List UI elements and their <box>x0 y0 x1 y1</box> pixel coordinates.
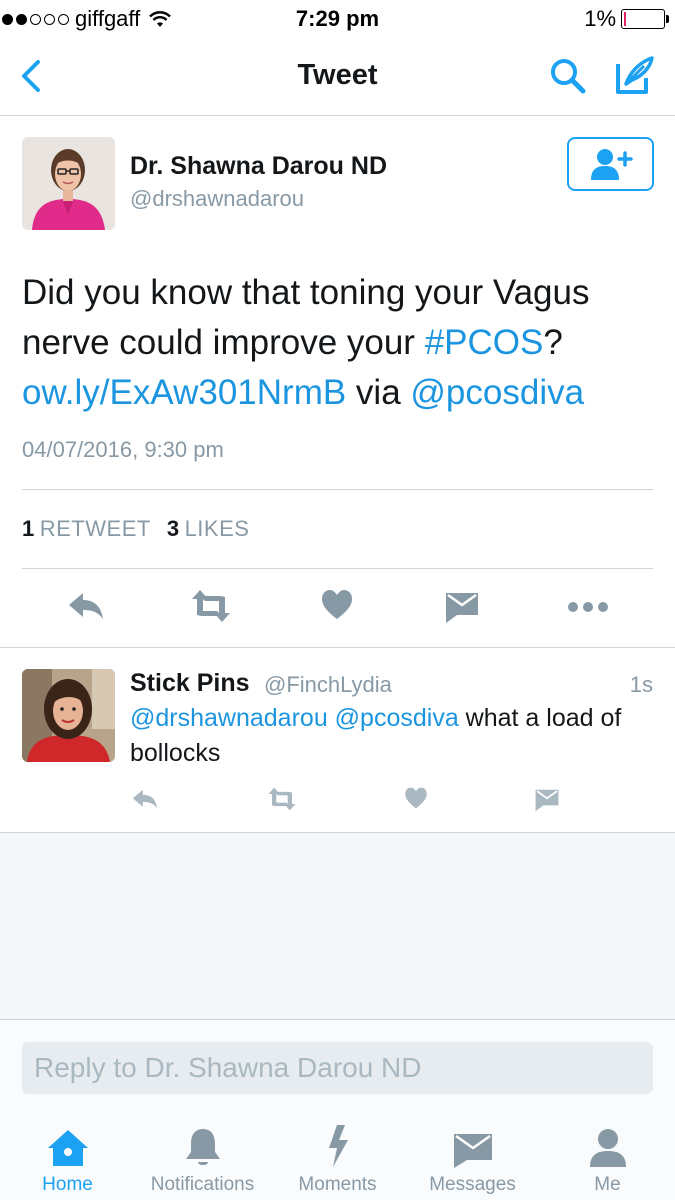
tweet-actions <box>0 585 675 630</box>
status-time: 7:29 pm <box>295 6 380 31</box>
reply-avatar-image <box>22 669 115 762</box>
add-user-icon <box>590 149 633 180</box>
more-icon[interactable] <box>568 585 608 627</box>
divider <box>22 568 653 569</box>
search-icon[interactable] <box>548 56 588 96</box>
like-count: 3 <box>166 516 180 541</box>
retweet-icon[interactable] <box>189 585 233 627</box>
tweet-text-part: ? <box>543 323 563 362</box>
mention-link[interactable]: @drshawnadarou <box>130 704 328 732</box>
reply-input[interactable] <box>22 1042 653 1094</box>
likes-stat[interactable]: 3 LIKES <box>167 516 250 542</box>
battery-fill <box>624 12 626 26</box>
tweet-timestamp: 04/07/2016, 9:30 pm <box>22 437 224 462</box>
bell-icon <box>135 1124 270 1168</box>
url-link[interactable]: ow.ly/ExAw301NrmB <box>22 373 346 412</box>
author-avatar[interactable] <box>22 137 115 230</box>
compose-icon[interactable] <box>614 54 656 96</box>
retweet-stat[interactable]: 1 RETWEET <box>22 516 151 542</box>
tab-notifications[interactable]: Notifications <box>135 1124 270 1196</box>
tweet-text-part: via <box>346 373 411 412</box>
retweet-icon[interactable] <box>264 784 300 814</box>
empty-area <box>0 833 675 1019</box>
status-bar: giffgaff 7:29 pm 1% <box>0 0 675 38</box>
tab-messages[interactable]: Messages <box>405 1124 540 1196</box>
reply-timestamp: 1s <box>629 672 653 697</box>
retweet-label: RETWEET <box>39 516 151 541</box>
tab-home[interactable]: Home <box>0 1124 135 1196</box>
likes-label: LIKES <box>184 516 250 541</box>
navigation-bar: Tweet <box>0 38 675 116</box>
follow-button[interactable] <box>567 137 654 191</box>
home-icon <box>0 1124 135 1168</box>
battery-icon <box>621 9 669 29</box>
lightning-icon <box>270 1124 405 1168</box>
tab-label: Me <box>594 1174 621 1195</box>
mention-link[interactable]: @pcosdiva <box>410 373 584 412</box>
like-icon[interactable] <box>321 585 353 627</box>
reply-icon[interactable] <box>130 784 160 814</box>
author-avatar-image <box>22 137 115 230</box>
tab-label: Notifications <box>150 1174 255 1195</box>
direct-message-icon[interactable] <box>445 585 479 627</box>
like-icon[interactable] <box>403 784 429 814</box>
status-right: 1% <box>584 6 669 32</box>
hashtag-link[interactable]: #PCOS <box>425 323 544 362</box>
author-name[interactable]: Dr. Shawna Darou ND <box>130 152 387 181</box>
tab-me[interactable]: Me <box>540 1124 675 1196</box>
tweet-text: Did you know that toning your Vagus nerv… <box>22 268 652 418</box>
mention-link[interactable]: @pcosdiva <box>335 704 459 732</box>
reply-author-name[interactable]: Stick Pins <box>130 669 250 698</box>
envelope-icon <box>405 1124 540 1168</box>
tab-label: Moments <box>298 1174 377 1195</box>
person-icon <box>540 1124 675 1168</box>
tab-label: Home <box>42 1174 93 1195</box>
battery-percentage: 1% <box>584 6 616 31</box>
author-handle[interactable]: @drshawnadarou <box>130 186 304 212</box>
reply-author-handle[interactable]: @FinchLydia <box>264 672 392 698</box>
retweet-count: 1 <box>22 516 35 541</box>
divider <box>22 489 653 490</box>
reply-text: @drshawnadarou @pcosdiva what a load of … <box>130 701 660 771</box>
divider <box>0 647 675 648</box>
direct-message-icon[interactable] <box>533 784 561 814</box>
tab-label: Messages <box>429 1174 516 1195</box>
reply-icon[interactable] <box>67 585 105 627</box>
reply-avatar[interactable] <box>22 669 115 762</box>
tweet-stats: 1 RETWEET 3 LIKES <box>22 516 249 542</box>
tab-moments[interactable]: Moments <box>270 1124 405 1196</box>
